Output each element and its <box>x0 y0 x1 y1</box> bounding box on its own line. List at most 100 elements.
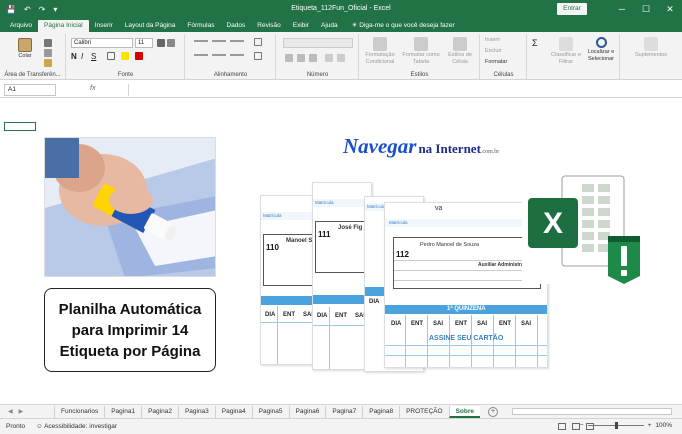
increase-decimal-icon[interactable] <box>325 54 333 62</box>
undo-icon[interactable]: ↶ <box>24 5 31 14</box>
align-left-icon[interactable] <box>194 54 208 56</box>
shrink-font-icon[interactable] <box>167 39 175 47</box>
cut-icon[interactable] <box>44 39 52 47</box>
tab-revisao[interactable]: Revisão <box>251 20 286 32</box>
grow-font-icon[interactable] <box>157 39 165 47</box>
borders-icon[interactable] <box>107 52 115 60</box>
format-painter-icon[interactable] <box>44 59 52 67</box>
sheet-tab-protecao[interactable]: PROTEÇÃO <box>399 405 448 418</box>
maximize-button[interactable]: ☐ <box>634 0 658 18</box>
insert-cells-button[interactable]: Inserir <box>485 37 500 44</box>
wrap-text-icon[interactable] <box>254 38 262 46</box>
sheet-tab-pagina4[interactable]: Pagina4 <box>214 405 252 418</box>
bold-icon[interactable]: N <box>71 52 79 61</box>
format-table-button[interactable]: Formatar como Tabela <box>400 37 442 66</box>
cell-styles-button[interactable]: Estilos de Célula <box>442 37 478 66</box>
worksheet-grid[interactable]: Planilha Automática para Imprimir 14 Eti… <box>0 98 682 404</box>
horizontal-scrollbar[interactable] <box>512 408 672 415</box>
clipboard-icon <box>18 38 32 52</box>
card-2-quinzena-header <box>313 295 371 304</box>
fill-color-icon[interactable] <box>121 52 129 60</box>
sheet-nav-arrows[interactable]: ◀ ▶ <box>0 408 54 415</box>
tell-me-search[interactable]: ☀ Diga-me o que você deseja fazer <box>352 20 455 32</box>
align-middle-icon[interactable] <box>212 40 226 42</box>
font-size-box[interactable]: 11 <box>135 38 153 48</box>
sheet-tab-pagina8[interactable]: Pagina8 <box>362 405 399 418</box>
sheet-tab-pagina6[interactable]: Pagina6 <box>288 405 326 418</box>
next-sheet-icon[interactable]: ▶ <box>19 408 24 415</box>
find-select-button[interactable]: Localizar e Selecionar <box>584 37 618 63</box>
accessibility-status[interactable]: ☺ Acessibilidade: investigar <box>36 423 117 430</box>
zoom-slider-knob[interactable] <box>614 422 618 429</box>
sheet-tab-pagina1[interactable]: Pagina1 <box>104 405 141 418</box>
zoom-in-icon[interactable]: + <box>648 422 652 429</box>
signin-button[interactable]: Entrar <box>557 3 587 15</box>
name-box[interactable]: A1 <box>4 84 56 96</box>
clipboard-group: Colar Área de Transferên... <box>0 34 66 79</box>
assine-label: ASSINE SEU CARTÃO <box>429 335 504 342</box>
selected-cell[interactable] <box>4 122 36 131</box>
paste-button[interactable]: Colar <box>12 38 38 60</box>
close-button[interactable]: ✕ <box>658 0 682 18</box>
copy-icon[interactable] <box>44 49 52 57</box>
formula-input[interactable] <box>132 85 678 96</box>
tab-arquivo[interactable]: Arquivo <box>4 20 38 32</box>
sheet-tab-bar: ◀ ▶ Funcionarios Pagina1 Pagina2 Pagina3… <box>0 404 682 418</box>
save-icon[interactable]: 💾 <box>6 5 16 14</box>
sheet-tab-pagina5[interactable]: Pagina5 <box>251 405 289 418</box>
conditional-format-button[interactable]: Formatação Condicional <box>360 37 400 66</box>
tab-dados[interactable]: Dados <box>220 20 251 32</box>
autosum-icon[interactable]: Σ <box>532 38 540 48</box>
tab-pagina-inicial[interactable]: Página Inicial <box>38 20 89 32</box>
formula-separator <box>128 84 129 96</box>
tab-formulas[interactable]: Fórmulas <box>181 20 220 32</box>
tab-ajuda[interactable]: Ajuda <box>315 20 344 32</box>
merge-center-icon[interactable] <box>254 52 262 60</box>
comma-icon[interactable] <box>309 54 317 62</box>
delete-cells-button[interactable]: Excluir <box>485 48 502 55</box>
tab-exibir[interactable]: Exibir <box>287 20 315 32</box>
alignment-group: Alinhamento <box>186 34 276 79</box>
sort-icon <box>559 37 573 51</box>
insert-function-button[interactable]: fx <box>90 85 95 92</box>
zoom-level[interactable]: 100% <box>655 422 672 429</box>
info-rule <box>394 280 540 281</box>
minimize-button[interactable]: ─ <box>610 0 634 18</box>
tab-inserir[interactable]: Inserir <box>89 20 119 32</box>
number-format-box[interactable] <box>283 38 353 48</box>
font-name-box[interactable]: Calibri <box>71 38 133 48</box>
zoom-out-icon[interactable]: − <box>580 422 584 429</box>
format-cells-button[interactable]: Formatar <box>485 59 507 66</box>
underline-icon[interactable]: S <box>91 52 99 61</box>
tab-layout[interactable]: Layout da Página <box>119 20 182 32</box>
zoom-slider[interactable] <box>587 422 644 429</box>
font-color-icon[interactable] <box>135 52 143 60</box>
sort-filter-button[interactable]: Classificar e Filtrar <box>550 37 582 66</box>
sheet-tab-funcionarios[interactable]: Funcionarios <box>54 405 104 418</box>
percent-icon[interactable] <box>297 54 305 62</box>
align-center-icon[interactable] <box>212 54 226 56</box>
customize-icon[interactable]: ▾ <box>53 5 57 14</box>
card-1-header-label: Matrícula <box>263 213 282 218</box>
add-sheet-button[interactable]: + <box>488 406 498 417</box>
prev-sheet-icon[interactable]: ◀ <box>8 408 13 415</box>
sheet-tab-sobre[interactable]: Sobre <box>448 405 480 418</box>
redo-icon[interactable]: ↷ <box>39 5 46 14</box>
align-top-icon[interactable] <box>194 40 208 42</box>
decrease-decimal-icon[interactable] <box>337 54 345 62</box>
card-front-info: Pedro Manoel de Souza 112 Auxiliar Admin… <box>393 237 541 289</box>
sheet-tab-pagina2[interactable]: Pagina2 <box>141 405 178 418</box>
sheet-tab-pagina3[interactable]: Pagina3 <box>177 405 215 418</box>
grid-line <box>537 315 538 367</box>
col-ent-3: ENT <box>499 321 511 327</box>
normal-view-icon[interactable] <box>558 423 566 430</box>
align-bottom-icon[interactable] <box>230 40 244 42</box>
card-1-grid-row <box>261 322 319 323</box>
currency-icon[interactable] <box>285 54 293 62</box>
addins-button[interactable]: Suplementos <box>629 37 673 59</box>
align-right-icon[interactable] <box>230 54 244 56</box>
sheet-tab-pagina7[interactable]: Pagina7 <box>325 405 362 418</box>
italic-icon[interactable]: I <box>81 52 89 61</box>
glue-stick-illustration <box>45 138 215 276</box>
card-1-grid <box>277 306 278 364</box>
